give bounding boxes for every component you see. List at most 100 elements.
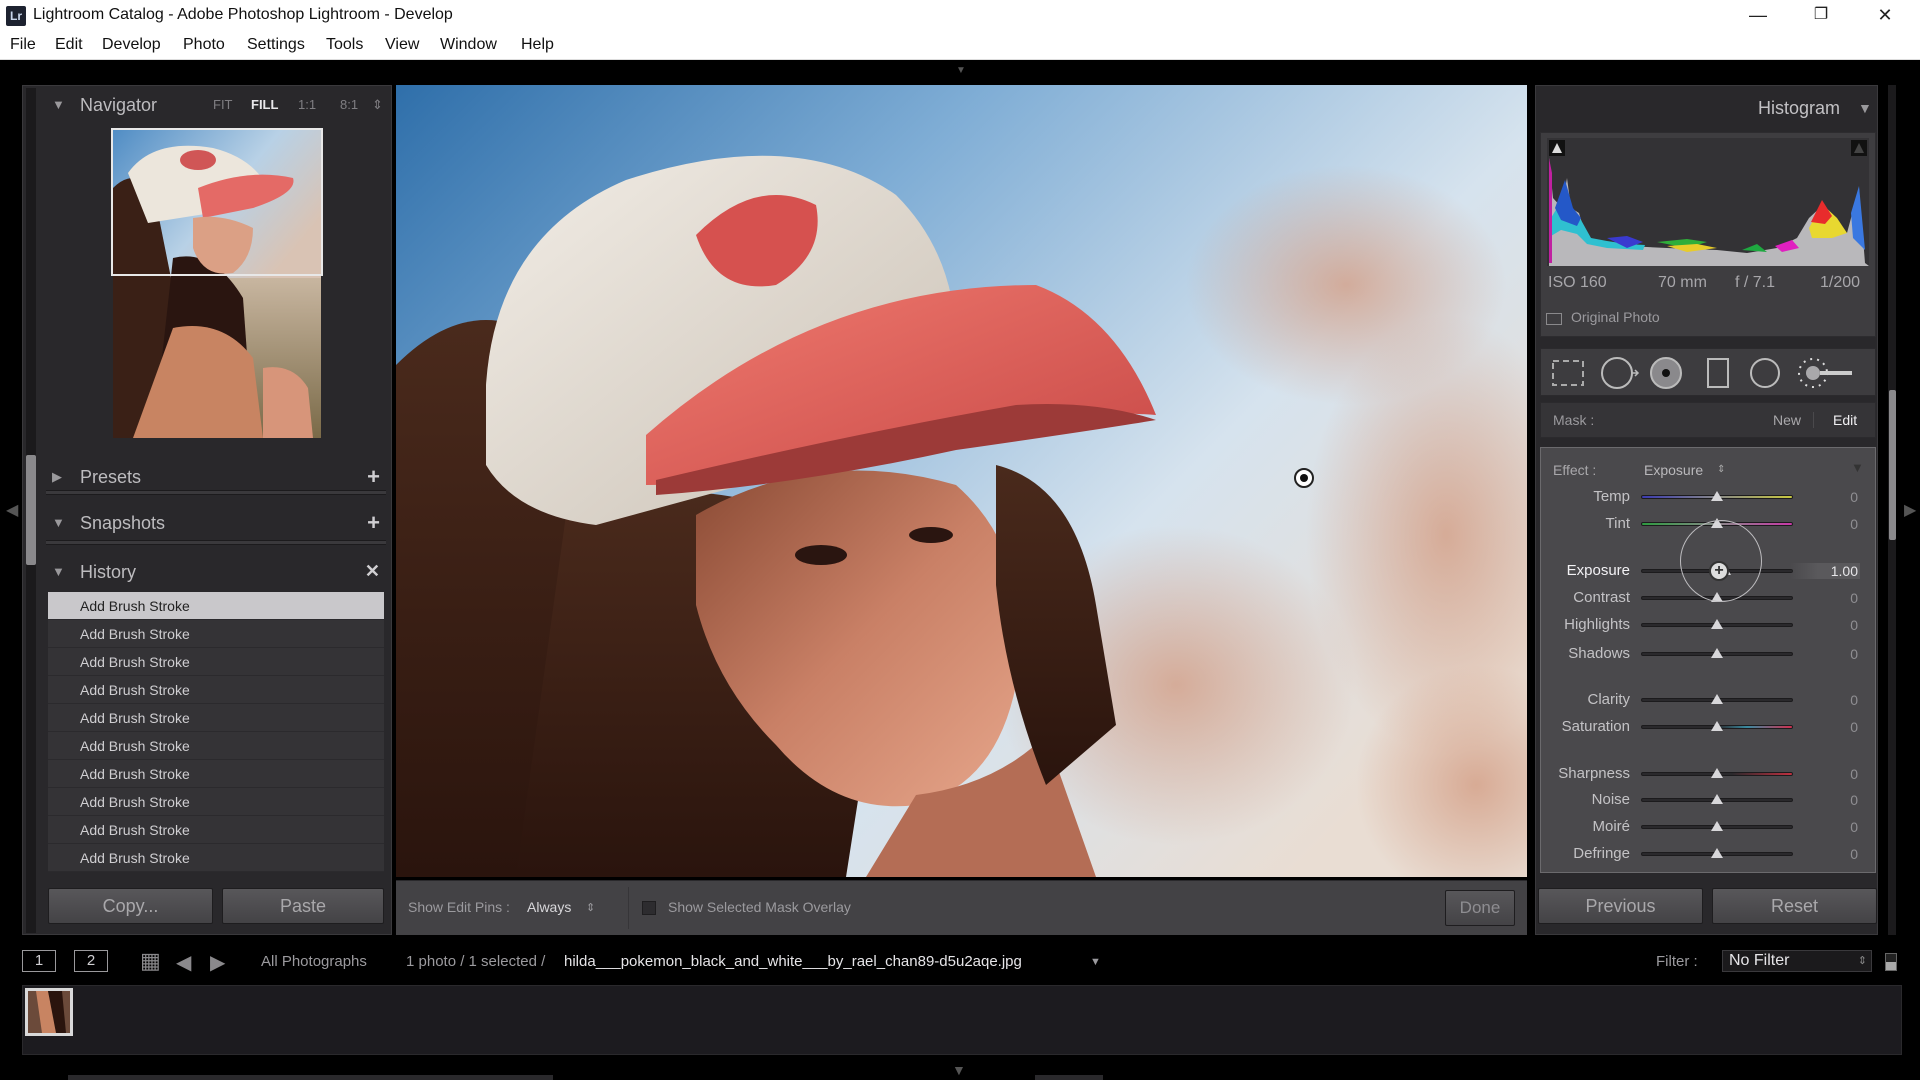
history-item[interactable]: Add Brush Stroke xyxy=(48,760,384,788)
effect-select[interactable]: Exposure xyxy=(1644,462,1703,478)
slider-thumb[interactable] xyxy=(1711,721,1723,731)
snapshots-title: Snapshots xyxy=(80,513,166,533)
collapse-triangle-icon[interactable]: ▼ xyxy=(1858,100,1872,116)
history-header[interactable]: ▼ History ✕ xyxy=(48,557,388,589)
zoom-1-1[interactable]: 1:1 xyxy=(298,97,316,112)
slider-value[interactable]: 0 xyxy=(1820,792,1858,808)
menu-settings[interactable]: Settings xyxy=(247,36,305,54)
view-secondary-window-button[interactable]: 2 xyxy=(74,950,108,972)
menu-photo[interactable]: Photo xyxy=(183,36,225,54)
slider-thumb[interactable] xyxy=(1711,794,1723,804)
original-photo-checkbox[interactable] xyxy=(1546,313,1562,325)
red-eye-icon[interactable] xyxy=(1650,357,1682,389)
slider-thumb[interactable] xyxy=(1711,491,1723,501)
zoom-8-1[interactable]: 8:1 xyxy=(340,97,358,112)
history-item[interactable]: Add Brush Stroke xyxy=(48,648,384,676)
show-edit-pins-select[interactable]: Always xyxy=(527,899,571,915)
slider-value[interactable]: 0 xyxy=(1820,489,1858,505)
zoom-stepper-icon[interactable]: ⇕ xyxy=(372,97,383,113)
right-panel-toggle-icon[interactable]: ▶ xyxy=(1904,500,1916,520)
mask-row: Mask : New Edit xyxy=(1540,402,1876,438)
restore-button[interactable]: ❐ xyxy=(1798,0,1844,30)
add-snapshot-icon[interactable]: + xyxy=(367,510,380,536)
slider-value[interactable]: 0 xyxy=(1820,646,1858,662)
history-item[interactable]: Add Brush Stroke xyxy=(48,788,384,816)
menu-tools[interactable]: Tools xyxy=(326,36,363,54)
forward-arrow-icon[interactable]: ▶ xyxy=(210,950,225,975)
main-photo[interactable] xyxy=(396,85,1527,877)
zoom-fit[interactable]: FIT xyxy=(213,97,233,112)
snapshots-header[interactable]: ▼ Snapshots + xyxy=(48,508,388,540)
done-button[interactable]: Done xyxy=(1445,890,1515,926)
menu-help[interactable]: Help xyxy=(521,36,554,54)
zoom-fill[interactable]: FILL xyxy=(251,97,278,112)
adjustment-brush-icon[interactable] xyxy=(1798,358,1852,388)
paste-button[interactable]: Paste xyxy=(222,888,384,924)
history-item[interactable]: Add Brush Stroke xyxy=(48,816,384,844)
menu-develop[interactable]: Develop xyxy=(102,36,161,54)
view-main-window-button[interactable]: 1 xyxy=(22,950,56,972)
slider-value[interactable]: 0 xyxy=(1820,719,1858,735)
spot-removal-icon[interactable] xyxy=(1601,357,1640,389)
history-item[interactable]: Add Brush Stroke xyxy=(48,704,384,732)
minimize-button[interactable]: — xyxy=(1735,0,1781,30)
filter-lock-toggle[interactable] xyxy=(1885,953,1897,971)
top-panel-toggle-icon[interactable]: ▼ xyxy=(953,66,969,76)
slider-value[interactable]: 1.00 xyxy=(1790,563,1860,579)
filmstrip-thumbnail[interactable] xyxy=(25,988,73,1036)
crop-overlay-icon[interactable] xyxy=(1552,360,1584,386)
original-photo-label: Original Photo xyxy=(1571,309,1660,325)
slider-value[interactable]: 0 xyxy=(1820,617,1858,633)
slider-thumb[interactable] xyxy=(1711,821,1723,831)
stepper-icon[interactable]: ⇕ xyxy=(1717,464,1725,475)
grid-view-icon[interactable]: ▦ xyxy=(140,950,161,972)
add-preset-icon[interactable]: + xyxy=(367,464,380,490)
filename-dropdown-icon[interactable]: ▼ xyxy=(1090,956,1101,968)
previous-button[interactable]: Previous xyxy=(1538,888,1703,924)
filename[interactable]: hilda___pokemon_black_and_white___by_rae… xyxy=(564,953,1022,970)
slider-value[interactable]: 0 xyxy=(1820,846,1858,862)
effect-collapse-icon[interactable]: ▼ xyxy=(1851,460,1864,475)
filter-select[interactable]: No Filter ⇕ xyxy=(1722,950,1872,972)
reset-button[interactable]: Reset xyxy=(1712,888,1877,924)
slider-value[interactable]: 0 xyxy=(1820,692,1858,708)
close-button[interactable]: ✕ xyxy=(1862,0,1908,30)
mask-edit-button[interactable]: Edit xyxy=(1833,412,1857,428)
menu-file[interactable]: File xyxy=(10,36,36,54)
history-item[interactable]: Add Brush Stroke xyxy=(48,620,384,648)
history-item[interactable]: Add Brush Stroke xyxy=(48,592,384,620)
histogram-graph[interactable] xyxy=(1547,138,1869,266)
back-arrow-icon[interactable]: ◀ xyxy=(176,950,191,975)
menu-window[interactable]: Window xyxy=(440,36,497,54)
edit-pin[interactable] xyxy=(1294,468,1314,488)
history-item[interactable]: Add Brush Stroke xyxy=(48,844,384,872)
right-panel-scroll-thumb[interactable] xyxy=(1889,390,1896,540)
graduated-filter-icon[interactable] xyxy=(1707,358,1729,388)
slider-thumb[interactable] xyxy=(1711,768,1723,778)
show-mask-overlay-checkbox[interactable] xyxy=(642,901,656,915)
slider-value[interactable]: 0 xyxy=(1820,590,1858,606)
history-item[interactable]: Add Brush Stroke xyxy=(48,676,384,704)
history-item[interactable]: Add Brush Stroke xyxy=(48,732,384,760)
clear-history-icon[interactable]: ✕ xyxy=(365,561,380,582)
presets-header[interactable]: ▶ Presets + xyxy=(48,462,388,494)
slider-value[interactable]: 0 xyxy=(1820,766,1858,782)
slider-thumb[interactable] xyxy=(1711,694,1723,704)
left-panel-toggle-icon[interactable]: ◀ xyxy=(6,500,18,520)
radial-filter-icon[interactable] xyxy=(1750,358,1780,388)
slider-thumb[interactable] xyxy=(1711,848,1723,858)
mask-new-button[interactable]: New xyxy=(1773,412,1801,428)
navigator-view-rectangle[interactable] xyxy=(111,128,323,276)
left-panel-scroll-thumb[interactable] xyxy=(26,455,36,565)
menu-edit[interactable]: Edit xyxy=(55,36,83,54)
slider-value[interactable]: 0 xyxy=(1820,819,1858,835)
slider-thumb[interactable] xyxy=(1711,648,1723,658)
slider-thumb[interactable] xyxy=(1711,619,1723,629)
menu-view[interactable]: View xyxy=(385,36,419,54)
stepper-icon[interactable]: ⇕ xyxy=(586,901,595,914)
copy-button[interactable]: Copy... xyxy=(48,888,213,924)
slider-value[interactable]: 0 xyxy=(1820,516,1858,532)
source-label[interactable]: All Photographs xyxy=(261,953,367,970)
history-list: Add Brush Stroke Add Brush Stroke Add Brus… xyxy=(48,592,384,872)
bottom-panel-toggle-icon[interactable]: ▼ xyxy=(952,1062,966,1078)
